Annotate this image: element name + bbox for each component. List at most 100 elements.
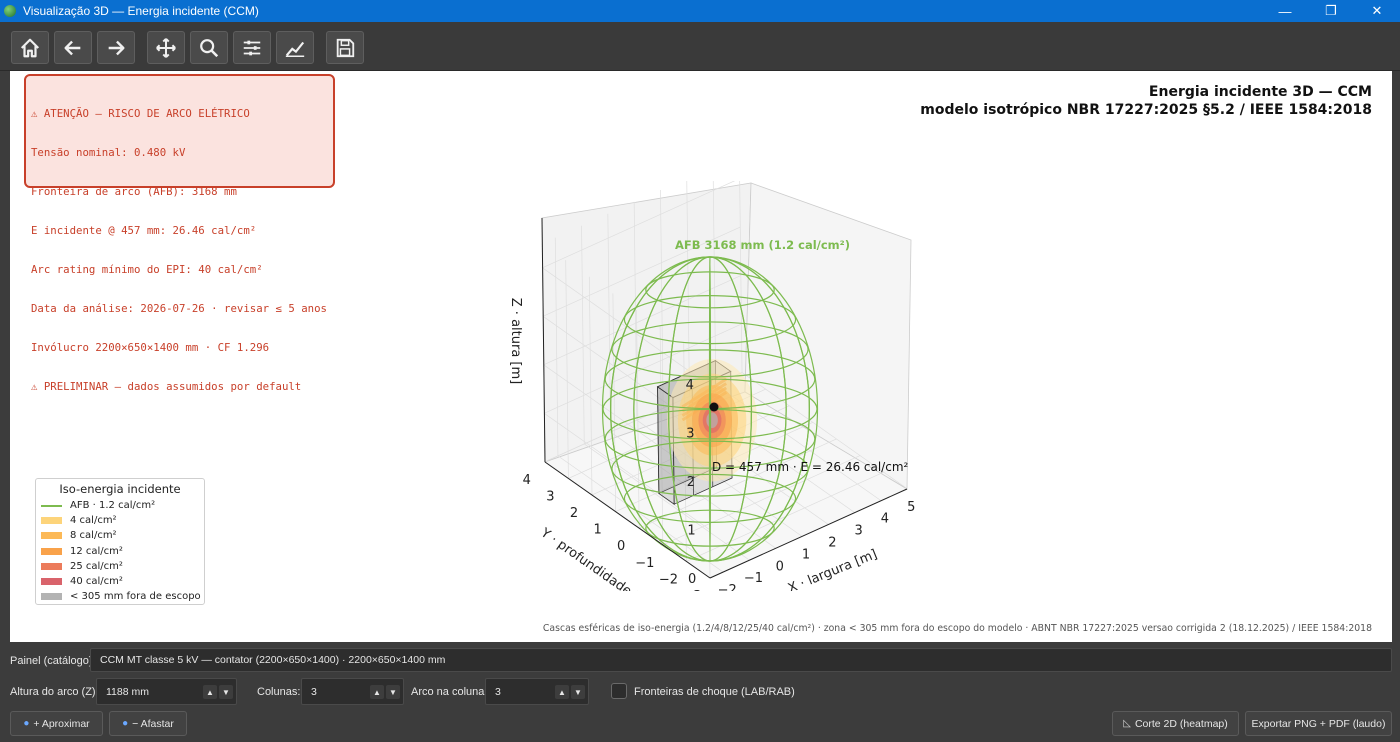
- zoom-button[interactable]: [190, 31, 228, 64]
- arc-flash-warning-box: ⚠ ATENÇÃO — RISCO DE ARCO ELÉTRICO Tensã…: [24, 74, 335, 393]
- zoom-icon: [200, 38, 219, 57]
- section-2d-button[interactable]: ◺ Corte 2D (heatmap): [1112, 711, 1239, 736]
- y-tick-label: −2: [659, 572, 678, 587]
- export-label: Exportar PNG + PDF (laudo): [1251, 717, 1386, 730]
- figure-canvas[interactable]: ⚠ ATENÇÃO — RISCO DE ARCO ELÉTRICO Tensã…: [10, 71, 1392, 642]
- x-tick-label: −2: [718, 583, 737, 591]
- app-icon: [4, 5, 16, 17]
- magnifier-icon: ●: [122, 718, 129, 729]
- zoom-in-label: + Aproximar: [33, 717, 90, 730]
- save-figure-button[interactable]: [326, 31, 364, 64]
- export-button[interactable]: Exportar PNG + PDF (laudo): [1245, 711, 1392, 736]
- legend-item: 12 cal/cm²: [36, 544, 204, 559]
- back-arrow-icon: [64, 40, 81, 55]
- afb-line-swatch: [41, 504, 62, 507]
- warning-line: Fronteira de arco (AFB): 3168 mm: [31, 185, 237, 198]
- x-tick-label: 1: [802, 547, 810, 562]
- x-tick-label: 5: [907, 500, 915, 515]
- spin-down-icon[interactable]: ▼: [571, 685, 585, 699]
- figure-title-line2: modelo isotrópico NBR 17227:2025 §5.2 / …: [920, 102, 1372, 118]
- save-icon: [336, 38, 355, 57]
- legend-item-label: 8 cal/cm²: [70, 530, 117, 542]
- zoom-out-label: − Afastar: [132, 717, 174, 730]
- window-title: Visualização 3D — Energia incidente (CCM…: [23, 4, 259, 18]
- y-tick-label: 4: [523, 473, 531, 488]
- x-axis-label: X · largura [m]: [786, 547, 879, 591]
- z-tick-label: 3: [686, 427, 694, 442]
- arc-height-label: Altura do arco (Z):: [10, 686, 99, 698]
- x-tick-label: 3: [855, 524, 863, 539]
- out-of-scope-swatch: [41, 593, 62, 601]
- arc-column-spinbox[interactable]: 3 ▲ ▼: [485, 678, 589, 705]
- legend-item: < 305 mm fora de escopo: [36, 589, 204, 604]
- y-tick-label: −1: [635, 556, 654, 571]
- back-button[interactable]: [54, 31, 92, 64]
- figure-title-line1: Energia incidente 3D — CCM: [1148, 84, 1372, 100]
- spin-down-icon[interactable]: ▼: [386, 685, 400, 699]
- legend-item-label: 4 cal/cm²: [70, 515, 117, 527]
- plot-toolbar: [0, 22, 1400, 71]
- warning-line: Invólucro 2200×650×1400 mm · CF 1.296: [31, 341, 270, 354]
- maximize-button[interactable]: ❐: [1308, 0, 1354, 22]
- 8cal-swatch: [41, 532, 62, 540]
- columns-spinbox[interactable]: 3 ▲ ▼: [301, 678, 404, 705]
- 4cal-swatch: [41, 517, 62, 525]
- spin-up-icon[interactable]: ▲: [555, 685, 569, 699]
- spin-up-icon[interactable]: ▲: [203, 685, 217, 699]
- configure-subplots-button[interactable]: [233, 31, 271, 64]
- warning-line: Tensão nominal: 0.480 kV: [31, 146, 186, 159]
- close-button[interactable]: ✕: [1354, 0, 1400, 22]
- home-button[interactable]: [11, 31, 49, 64]
- minimize-button[interactable]: —: [1262, 0, 1308, 22]
- legend-item-label: AFB · 1.2 cal/cm²: [70, 500, 156, 512]
- section-2d-label: Corte 2D (heatmap): [1134, 717, 1228, 730]
- columns-label: Colunas:: [257, 686, 301, 698]
- legend-item: 40 cal/cm²: [36, 574, 204, 589]
- axes-edit-icon: [285, 41, 305, 57]
- z-axis-label: Z · altura [m]: [508, 298, 523, 384]
- legend-item: 25 cal/cm²: [36, 559, 204, 574]
- afb-label: AFB 3168 mm (1.2 cal/cm²): [675, 238, 850, 252]
- pan-icon: [156, 37, 176, 58]
- x-tick-label: 2: [828, 535, 836, 550]
- pan-button[interactable]: [147, 31, 185, 64]
- x-tick-label: 0: [776, 559, 784, 574]
- legend-item: 8 cal/cm²: [36, 528, 204, 543]
- iso-energy-legend: Iso-energia incidente AFB · 1.2 cal/cm² …: [35, 478, 205, 605]
- iso-shell: [706, 412, 718, 429]
- legend-item: 4 cal/cm²: [36, 513, 204, 528]
- ruler-icon: ◺: [1123, 718, 1131, 729]
- zoom-out-button[interactable]: ● − Afastar: [109, 711, 187, 736]
- arc-height-value: 1188 mm: [106, 686, 149, 698]
- subplot-config-icon: [243, 40, 261, 55]
- warning-line: ⚠ ATENÇÃO — RISCO DE ARCO ELÉTRICO: [31, 107, 250, 120]
- y-tick-label: 2: [570, 506, 578, 521]
- shock-boundaries-label[interactable]: Fronteiras de choque (LAB/RAB): [634, 686, 795, 698]
- 40cal-swatch: [41, 578, 62, 586]
- legend-title: Iso-energia incidente: [59, 482, 181, 496]
- arc-column-label: Arco na coluna:: [411, 686, 488, 698]
- shock-boundaries-checkbox[interactable]: [611, 683, 627, 699]
- z-tick-label: 1: [687, 524, 695, 539]
- spin-up-icon[interactable]: ▲: [370, 685, 384, 699]
- y-tick-label: 3: [546, 489, 554, 504]
- home-icon: [20, 38, 40, 57]
- figure-title: Energia incidente 3D — CCM modelo isotró…: [920, 83, 1372, 119]
- edit-axes-button[interactable]: [276, 31, 314, 64]
- panel-catalog-select[interactable]: CCM MT classe 5 kV — contator (2200×650×…: [90, 648, 1392, 672]
- arc-height-spinbox[interactable]: 1188 mm ▲ ▼: [96, 678, 237, 705]
- magnifier-icon: ●: [23, 718, 30, 729]
- legend-item-label: 12 cal/cm²: [70, 545, 123, 557]
- working-distance-point: [709, 402, 719, 412]
- spin-down-icon[interactable]: ▼: [219, 685, 233, 699]
- warning-line: E incidente @ 457 mm: 26.46 cal/cm²: [31, 224, 257, 237]
- legend-item-label: 25 cal/cm²: [70, 560, 123, 572]
- 25cal-swatch: [41, 562, 62, 570]
- zoom-in-button[interactable]: ● + Aproximar: [10, 711, 103, 736]
- y-tick-label: 1: [593, 523, 601, 538]
- panel-catalog-label: Painel (catálogo):: [10, 655, 96, 667]
- figure-caption: Cascas esféricas de iso-energia (1.2/4/8…: [542, 623, 1372, 634]
- forward-button[interactable]: [97, 31, 135, 64]
- warning-line: Arc rating mínimo do EPI: 40 cal/cm²: [31, 263, 263, 276]
- iso-energy-3d-plot[interactable]: 01234−3−2−101234−2−1012345 AFB 3168 mm (…: [470, 181, 940, 591]
